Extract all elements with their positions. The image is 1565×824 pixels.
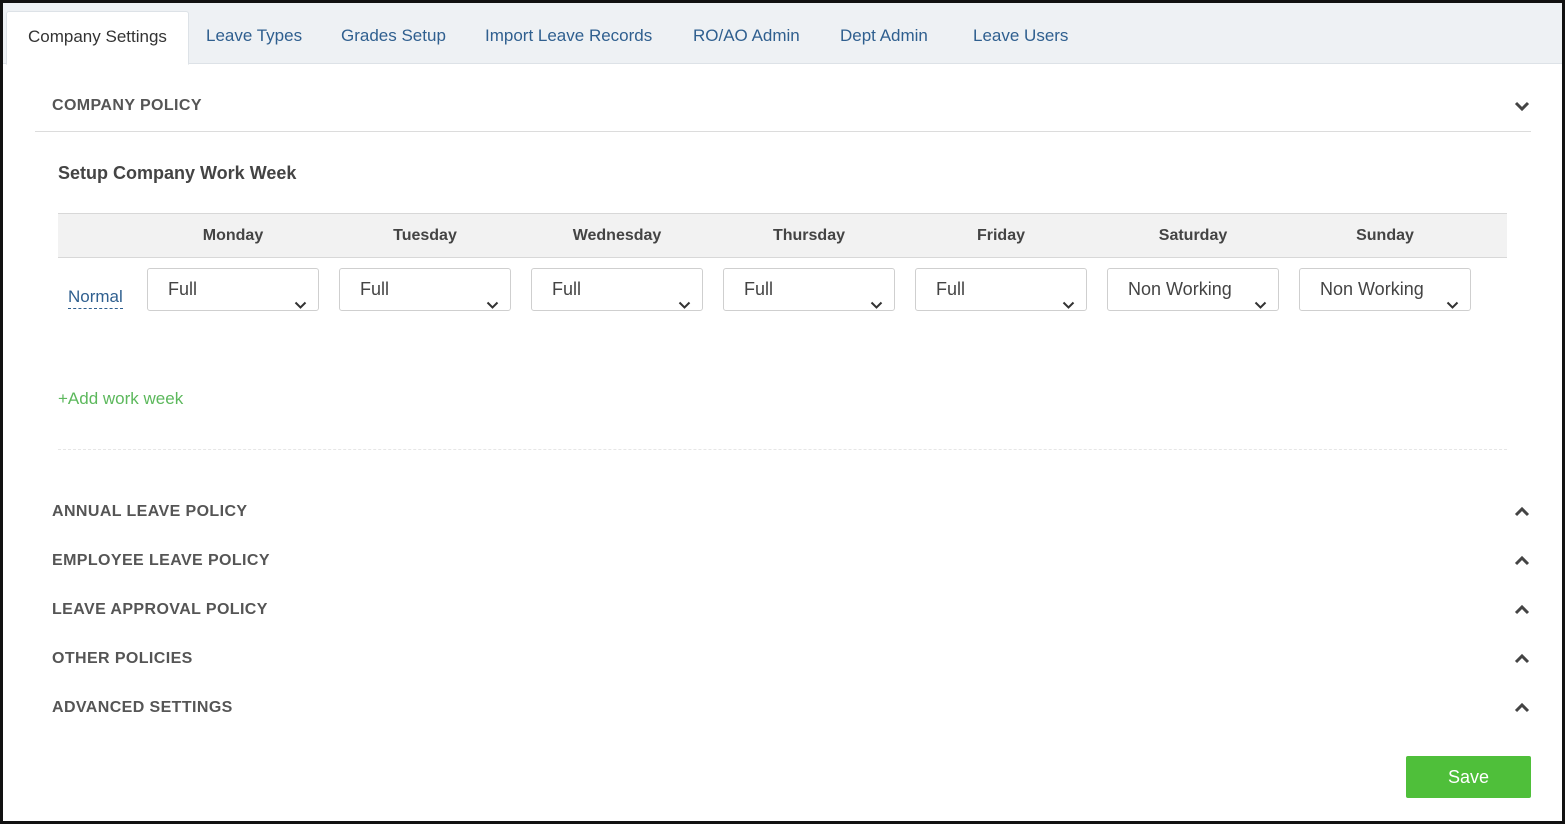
select-value: Non Working bbox=[1128, 279, 1232, 299]
chevron-down-icon bbox=[1062, 284, 1075, 309]
section-title: COMPANY POLICY bbox=[52, 97, 202, 114]
day-header-monday: Monday bbox=[202, 227, 264, 244]
leave-approval-policy-header[interactable]: LEAVE APPROVAL POLICY bbox=[52, 597, 1530, 627]
tuesday-select[interactable]: Full bbox=[339, 268, 511, 311]
add-work-week-link[interactable]: +Add work week bbox=[58, 389, 183, 409]
chevron-down-icon bbox=[870, 284, 883, 309]
tab-company-settings[interactable]: Company Settings bbox=[6, 11, 189, 65]
friday-select[interactable]: Full bbox=[915, 268, 1087, 311]
chevron-up-icon[interactable] bbox=[1514, 603, 1530, 617]
sunday-select[interactable]: Non Working bbox=[1299, 268, 1471, 311]
section-divider bbox=[58, 449, 1507, 450]
tab-grades-setup[interactable]: Grades Setup bbox=[320, 11, 467, 64]
select-value: Full bbox=[168, 279, 198, 299]
tab-leave-users[interactable]: Leave Users bbox=[952, 11, 1089, 64]
monday-select[interactable]: Full bbox=[147, 268, 319, 311]
day-header-wednesday: Wednesday bbox=[572, 227, 662, 244]
work-week-subtitle: Setup Company Work Week bbox=[58, 163, 297, 183]
app-frame: Company Settings Leave Types Grades Setu… bbox=[0, 0, 1565, 824]
day-header-friday: Friday bbox=[976, 227, 1025, 244]
annual-leave-policy-header[interactable]: ANNUAL LEAVE POLICY bbox=[52, 499, 1530, 529]
select-value: Non Working bbox=[1320, 279, 1424, 299]
work-week-table-header: Monday Tuesday Wednesday Thursday Friday… bbox=[58, 213, 1507, 258]
chevron-down-icon bbox=[486, 284, 499, 309]
section-title: ADVANCED SETTINGS bbox=[52, 699, 233, 716]
section-title: LEAVE APPROVAL POLICY bbox=[52, 601, 268, 618]
select-value: Full bbox=[936, 279, 966, 299]
day-header-saturday: Saturday bbox=[1158, 227, 1228, 244]
chevron-down-icon bbox=[1446, 284, 1459, 309]
chevron-down-icon[interactable] bbox=[1514, 99, 1530, 113]
chevron-up-icon[interactable] bbox=[1514, 554, 1530, 568]
thursday-select[interactable]: Full bbox=[723, 268, 895, 311]
select-value: Full bbox=[744, 279, 774, 299]
tab-import-leave-records[interactable]: Import Leave Records bbox=[464, 11, 673, 64]
day-header-tuesday: Tuesday bbox=[393, 227, 457, 244]
section-title: EMPLOYEE LEAVE POLICY bbox=[52, 552, 270, 569]
chevron-down-icon bbox=[1254, 284, 1267, 309]
chevron-up-icon[interactable] bbox=[1514, 652, 1530, 666]
tab-leave-types[interactable]: Leave Types bbox=[185, 11, 323, 64]
advanced-settings-header[interactable]: ADVANCED SETTINGS bbox=[52, 695, 1530, 725]
chevron-down-icon bbox=[678, 284, 691, 309]
tab-bar: Company Settings Leave Types Grades Setu… bbox=[3, 3, 1562, 65]
saturday-select[interactable]: Non Working bbox=[1107, 268, 1279, 311]
company-policy-header[interactable]: COMPANY POLICY bbox=[52, 93, 1530, 123]
section-divider bbox=[35, 131, 1531, 132]
other-policies-header[interactable]: OTHER POLICIES bbox=[52, 646, 1530, 676]
work-week-name-link[interactable]: Normal bbox=[68, 287, 123, 309]
select-value: Full bbox=[360, 279, 390, 299]
employee-leave-policy-header[interactable]: EMPLOYEE LEAVE POLICY bbox=[52, 548, 1530, 578]
tab-ro-ao-admin[interactable]: RO/AO Admin bbox=[672, 11, 821, 64]
save-button[interactable]: Save bbox=[1406, 756, 1531, 798]
tab-dept-admin[interactable]: Dept Admin bbox=[819, 11, 949, 64]
chevron-up-icon[interactable] bbox=[1514, 701, 1530, 715]
wednesday-select[interactable]: Full bbox=[531, 268, 703, 311]
day-header-sunday: Sunday bbox=[1356, 227, 1414, 244]
chevron-down-icon bbox=[294, 284, 307, 309]
day-header-thursday: Thursday bbox=[772, 227, 845, 244]
section-title: OTHER POLICIES bbox=[52, 650, 193, 667]
select-value: Full bbox=[552, 279, 582, 299]
section-title: ANNUAL LEAVE POLICY bbox=[52, 503, 248, 520]
chevron-up-icon[interactable] bbox=[1514, 505, 1530, 519]
